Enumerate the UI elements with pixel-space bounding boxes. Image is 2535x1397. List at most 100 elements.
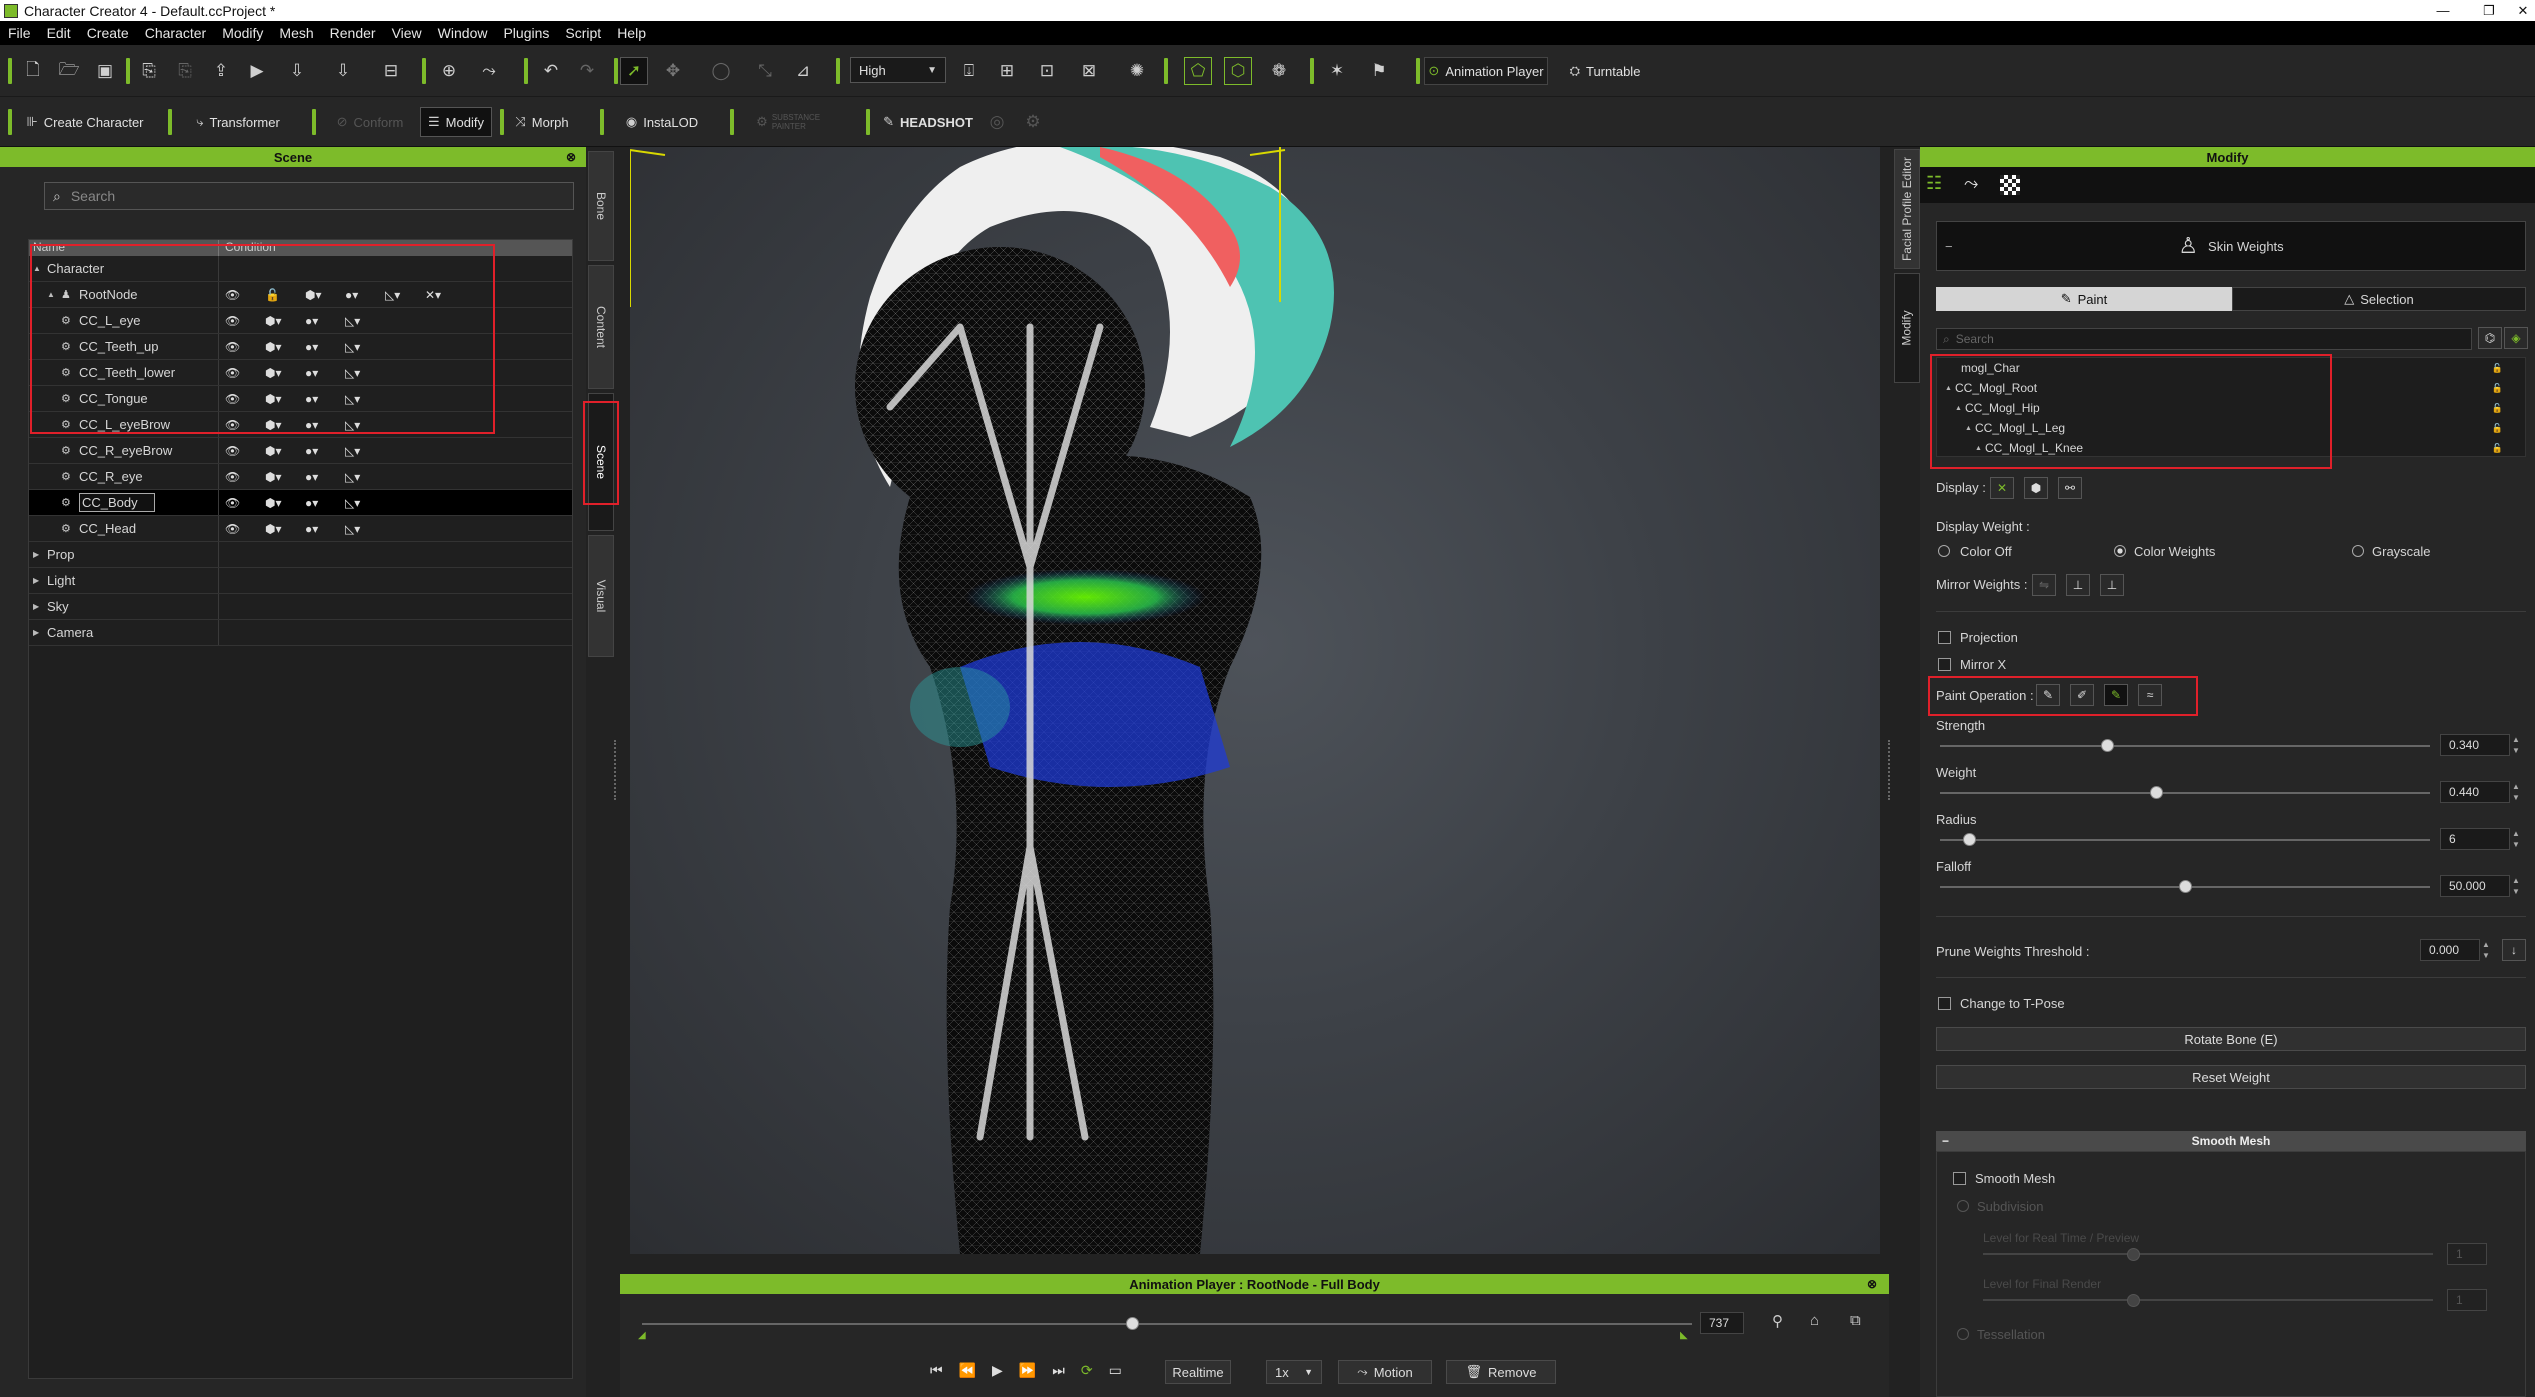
menu-view[interactable]: View	[384, 25, 430, 41]
falloff-handle[interactable]	[2179, 880, 2192, 893]
lock-icon[interactable]: 🔓	[2492, 363, 2503, 374]
new-file-icon[interactable]: 🗋	[20, 59, 46, 83]
lock-icon[interactable]: 🔓	[2492, 403, 2503, 414]
frame-input[interactable]: 737	[1700, 1312, 1744, 1334]
menu-character[interactable]: Character	[137, 25, 214, 41]
loop-icon[interactable]: ⟳	[1081, 1362, 1093, 1379]
weight-handle[interactable]	[2149, 786, 2163, 799]
tree-row[interactable]: ▶ Prop	[29, 542, 572, 568]
visible-icon[interactable]: 👁	[225, 366, 265, 380]
bone-row[interactable]: ▲ CC_Mogl_Hip 🔓	[1937, 398, 2525, 418]
projection-checkbox[interactable]	[1938, 631, 1951, 644]
expand-arrow-icon[interactable]: ▲	[1945, 385, 1955, 392]
bone-row[interactable]: ▲ CC_Mogl_L_Knee 🔓	[1937, 438, 2525, 458]
shading-icon[interactable]: ⬢▾	[265, 444, 305, 458]
modify-button[interactable]: ☰ Modify	[420, 107, 492, 137]
rotate-bone-button[interactable]: Rotate Bone (E)	[1936, 1027, 2526, 1051]
usd-export-icon[interactable]: ⇪	[208, 59, 234, 83]
display-joints-icon[interactable]: ⚯	[2058, 477, 2082, 499]
pose-tab-icon[interactable]: ⤳	[1964, 173, 1978, 194]
minimize-icon[interactable]: —	[2420, 0, 2466, 21]
level-final-handle[interactable]	[2127, 1294, 2140, 1307]
mirror-right-icon[interactable]: ⊥	[2100, 574, 2124, 596]
color-off-radio[interactable]	[1938, 545, 1950, 557]
expand-arrow-icon[interactable]: ▲	[1965, 425, 1975, 432]
material-icon[interactable]: ●▾	[305, 314, 345, 328]
tree-row[interactable]: ▲ ♟ RootNode 👁 🔓 ⬢▾ ●▾ ◺▾ ✕▾	[29, 282, 572, 308]
pip-icon[interactable]: ⧉	[1850, 1312, 1861, 1329]
expand-arrow-icon[interactable]: ▶	[33, 576, 47, 585]
close-panel-icon[interactable]: ⊗	[566, 150, 576, 164]
tree-row[interactable]: ⚙ CC_Head 👁 ⬢▾ ●▾ ◺▾	[29, 516, 572, 542]
instalod-button[interactable]: ◉ InstaLOD	[612, 109, 712, 135]
mirror-auto-icon[interactable]: ⇋	[2032, 574, 2056, 596]
weight-slider[interactable]	[1940, 792, 2430, 794]
flag-icon[interactable]: ⚑	[1366, 59, 1392, 83]
headshot-settings-icon[interactable]: ⚙	[1020, 109, 1046, 135]
bone-display-icon[interactable]: ⬡	[1224, 57, 1252, 85]
subdivision-radio[interactable]	[1957, 1200, 1969, 1212]
smooth-mesh-checkbox[interactable]	[1953, 1172, 1966, 1185]
frame-selected-icon[interactable]: ⊡	[1034, 59, 1060, 83]
tpose-checkbox[interactable]	[1938, 997, 1951, 1010]
shading-icon[interactable]: ⬢▾	[265, 470, 305, 484]
redo-icon[interactable]: ↷	[574, 59, 600, 83]
paint-add-icon[interactable]: ✎	[2036, 684, 2060, 706]
create-character-button[interactable]: ⊪ Create Character	[22, 109, 148, 135]
speed-dropdown[interactable]: 1x ▼	[1266, 1360, 1322, 1384]
material-icon[interactable]: ●▾	[305, 418, 345, 432]
radius-handle[interactable]	[1963, 833, 1977, 846]
fbx-export-icon[interactable]: ⇩	[326, 59, 360, 83]
radius-slider[interactable]	[1940, 839, 2430, 841]
realtime-button[interactable]: Realtime	[1165, 1360, 1231, 1384]
light-icon[interactable]: ✺	[1124, 59, 1150, 83]
shading-icon[interactable]: ⬢▾	[265, 340, 305, 354]
headshot-button[interactable]: ✎ HEADSHOT	[878, 109, 978, 135]
strength-slider[interactable]	[1940, 745, 2430, 747]
cast-shadow-icon[interactable]: ◺▾	[385, 288, 425, 302]
shading-icon[interactable]: ⬢▾	[265, 314, 305, 328]
frame-all-icon[interactable]: ⊞	[994, 59, 1020, 83]
paint-replace-icon[interactable]: ✎	[2104, 684, 2128, 706]
visible-icon[interactable]: 👁	[225, 496, 265, 510]
bone-row[interactable]: mogl_Char 🔓	[1937, 358, 2525, 378]
tab-scene[interactable]: Scene	[588, 393, 614, 531]
layers-icon[interactable]: ◈	[2504, 327, 2528, 349]
animation-player-button[interactable]: ⊙ Animation Player	[1424, 57, 1548, 85]
next-frame-icon[interactable]: ⏩	[1019, 1362, 1036, 1379]
strength-input[interactable]: 0.340	[2440, 734, 2510, 756]
headshot-extra-icon[interactable]: ◎	[984, 109, 1010, 135]
expand-arrow-icon[interactable]: ▲	[47, 290, 61, 299]
expand-arrow-icon[interactable]: ▲	[1975, 445, 1985, 452]
scene-search-input[interactable]: ⌕ Search	[44, 182, 574, 210]
name-column-header[interactable]: Name	[29, 240, 219, 256]
paint-subtract-icon[interactable]: ✐	[2070, 684, 2094, 706]
mirror-left-icon[interactable]: ⊥	[2066, 574, 2090, 596]
cast-shadow-icon[interactable]: ◺▾	[345, 522, 385, 536]
cast-shadow-icon[interactable]: ◺▾	[345, 392, 385, 406]
material-icon[interactable]: ●▾	[305, 444, 345, 458]
visible-icon[interactable]: 👁	[225, 470, 265, 484]
material-icon[interactable]: ●▾	[305, 470, 345, 484]
level-realtime-slider[interactable]	[1983, 1253, 2433, 1255]
strength-handle[interactable]	[2100, 739, 2114, 752]
visible-icon[interactable]: 👁	[225, 392, 265, 406]
tree-row[interactable]: ⚙ CC_Body 👁 ⬢▾ ●▾ ◺▾	[29, 490, 572, 516]
move-tool-icon[interactable]: ✥	[656, 59, 690, 83]
rotate-tool-icon[interactable]: ◯	[704, 59, 738, 83]
close-icon[interactable]: ✕	[2500, 0, 2535, 21]
expand-arrow-icon[interactable]: ▲	[33, 264, 47, 273]
save-icon[interactable]: ▣	[92, 59, 118, 83]
smooth-mesh-header[interactable]: − Smooth Mesh	[1936, 1131, 2526, 1151]
wireframe-icon[interactable]: ⬠	[1184, 57, 1212, 85]
condition-column-header[interactable]: Condition	[219, 240, 276, 256]
character-select-icon[interactable]: ⚲	[1772, 1312, 1783, 1330]
export-icon[interactable]: ⎘	[172, 59, 198, 83]
mirror-x-checkbox[interactable]	[1938, 658, 1951, 671]
visible-icon[interactable]: 👁	[225, 314, 265, 328]
material-icon[interactable]: ●▾	[305, 522, 345, 536]
tab-facial-profile[interactable]: Facial Profile Editor	[1894, 149, 1920, 269]
visible-icon[interactable]: 👁	[225, 522, 265, 536]
tree-row[interactable]: ⚙ CC_R_eye 👁 ⬢▾ ●▾ ◺▾	[29, 464, 572, 490]
expand-arrow-icon[interactable]: ▲	[1955, 405, 1965, 412]
